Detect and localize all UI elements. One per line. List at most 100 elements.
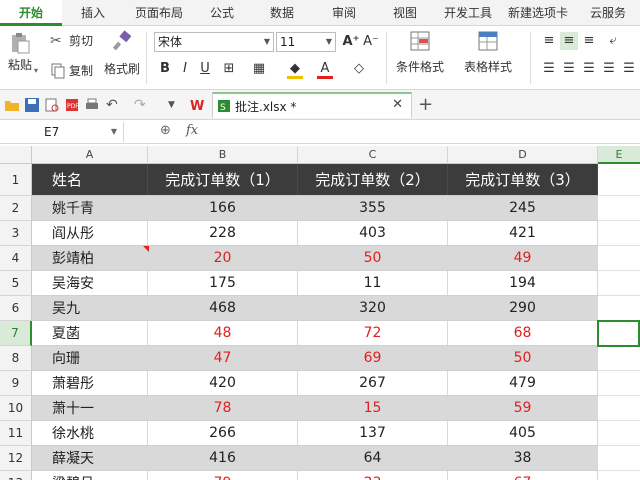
name-cell[interactable]: 夏菡	[32, 321, 148, 345]
font-color-button[interactable]: A	[316, 60, 334, 79]
tab-data[interactable]: 数据	[250, 0, 314, 26]
name-cell[interactable]: 吴海安	[32, 271, 148, 295]
empty-cell-e[interactable]	[598, 396, 640, 421]
order-count-cell[interactable]: 266	[148, 421, 298, 445]
order-count-cell[interactable]: 290	[448, 296, 598, 320]
tab-view[interactable]: 视图	[374, 0, 436, 26]
column-header-c[interactable]: C	[298, 146, 448, 164]
row-header[interactable]: 6	[0, 296, 32, 321]
paste-button[interactable]: 粘贴	[8, 32, 32, 73]
name-cell[interactable]: 徐水桃	[32, 421, 148, 445]
order-count-cell[interactable]: 416	[148, 446, 298, 470]
order-count-cell[interactable]: 64	[298, 446, 448, 470]
name-cell[interactable]: 吴九	[32, 296, 148, 320]
row-header[interactable]: 2	[0, 196, 32, 221]
empty-cell-e[interactable]	[598, 371, 640, 396]
save-icon[interactable]	[24, 97, 40, 113]
empty-cell-e[interactable]	[598, 296, 640, 321]
order-count-cell[interactable]: 421	[448, 221, 598, 245]
name-cell[interactable]: 彭靖柏	[32, 246, 148, 270]
order-count-cell[interactable]: 194	[448, 271, 598, 295]
order-count-cell[interactable]: 355	[298, 196, 448, 220]
header-cell[interactable]: 完成订单数（1）	[148, 164, 298, 195]
clear-format-button[interactable]: ◇	[350, 60, 368, 78]
order-count-cell[interactable]: 78	[148, 396, 298, 420]
shrink-font-button[interactable]: A⁻	[362, 33, 380, 51]
borders-button[interactable]: ⊞	[220, 60, 238, 78]
row-header[interactable]: 12	[0, 446, 32, 471]
name-cell[interactable]: 萧碧彤	[32, 371, 148, 395]
tab-cloud-service[interactable]: 云服务	[576, 0, 640, 26]
close-icon[interactable]: ✕	[392, 97, 403, 112]
order-count-cell[interactable]: 320	[298, 296, 448, 320]
active-cell-selection[interactable]	[597, 320, 640, 347]
order-count-cell[interactable]: 468	[148, 296, 298, 320]
align-top-button[interactable]: ≡	[540, 32, 558, 50]
export-pdf-icon[interactable]: PDF	[64, 97, 80, 113]
order-count-cell[interactable]: 11	[298, 271, 448, 295]
column-header-b[interactable]: B	[148, 146, 298, 164]
print-icon[interactable]	[84, 97, 100, 113]
font-family-select[interactable]: 宋体 ▼	[154, 32, 274, 52]
order-count-cell[interactable]: 69	[298, 346, 448, 370]
justify-button[interactable]: ☰	[600, 60, 618, 78]
order-count-cell[interactable]: 20	[148, 246, 298, 270]
select-all-corner[interactable]	[0, 146, 32, 164]
print-preview-icon[interactable]	[44, 97, 60, 113]
order-count-cell[interactable]: 175	[148, 271, 298, 295]
align-right-button[interactable]: ☰	[580, 60, 598, 78]
row-header[interactable]: 8	[0, 346, 32, 371]
empty-cell-e[interactable]	[598, 164, 640, 196]
cut-button[interactable]: ✂ 剪切	[50, 32, 93, 49]
row-header[interactable]: 5	[0, 271, 32, 296]
order-count-cell[interactable]: 166	[148, 196, 298, 220]
order-count-cell[interactable]: 48	[148, 321, 298, 345]
empty-cell-e[interactable]	[598, 471, 640, 480]
row-header[interactable]: 13	[0, 471, 32, 480]
font-size-select[interactable]: 11 ▼	[276, 32, 336, 52]
order-count-cell[interactable]: 405	[448, 421, 598, 445]
order-count-cell[interactable]: 137	[298, 421, 448, 445]
tab-new-tab[interactable]: 新建选项卡	[500, 0, 576, 26]
column-header-a[interactable]: A	[32, 146, 148, 164]
column-header-d[interactable]: D	[448, 146, 598, 164]
conditional-format-button[interactable]: 条件格式	[396, 30, 444, 75]
order-count-cell[interactable]: 59	[448, 396, 598, 420]
format-painter-button[interactable]: 格式刷	[104, 30, 140, 77]
tab-page-layout[interactable]: 页面布局	[124, 0, 194, 26]
grow-font-button[interactable]: A⁺	[342, 33, 360, 51]
empty-cell-e[interactable]	[598, 221, 640, 246]
row-header[interactable]: 10	[0, 396, 32, 421]
align-middle-button[interactable]: ≡	[560, 32, 578, 50]
order-count-cell[interactable]: 68	[448, 321, 598, 345]
zoom-icon[interactable]: ⊕	[160, 123, 171, 138]
tab-review[interactable]: 审阅	[314, 0, 374, 26]
name-cell[interactable]: 阎从彤	[32, 221, 148, 245]
order-count-cell[interactable]: 50	[448, 346, 598, 370]
column-header-e[interactable]: E	[598, 146, 640, 164]
order-count-cell[interactable]: 72	[298, 321, 448, 345]
order-count-cell[interactable]: 47	[148, 346, 298, 370]
empty-cell-e[interactable]	[598, 346, 640, 371]
name-box[interactable]: E7 ▼	[0, 122, 124, 142]
row-header[interactable]: 1	[0, 164, 32, 196]
row-header[interactable]: 4	[0, 246, 32, 271]
order-count-cell[interactable]: 38	[448, 446, 598, 470]
name-cell[interactable]: 薛凝天	[32, 446, 148, 470]
order-count-cell[interactable]: 403	[298, 221, 448, 245]
name-cell[interactable]: 萧十一	[32, 396, 148, 420]
header-cell[interactable]: 完成订单数（2）	[298, 164, 448, 195]
empty-cell-e[interactable]	[598, 246, 640, 271]
row-header[interactable]: 3	[0, 221, 32, 246]
order-count-cell[interactable]: 49	[448, 246, 598, 270]
tab-insert[interactable]: 插入	[62, 0, 124, 26]
customize-toolbar-icon[interactable]: ▼	[168, 97, 184, 113]
tab-developer[interactable]: 开发工具	[436, 0, 500, 26]
paste-dropdown-icon[interactable]: ▾	[34, 66, 38, 75]
empty-cell-e[interactable]	[598, 446, 640, 471]
table-style-button[interactable]: 表格样式	[464, 30, 512, 75]
order-count-cell[interactable]: 67	[448, 471, 598, 480]
copy-button[interactable]: 复制	[50, 62, 93, 79]
order-count-cell[interactable]: 23	[298, 471, 448, 480]
undo-icon[interactable]: ↶	[106, 97, 122, 113]
